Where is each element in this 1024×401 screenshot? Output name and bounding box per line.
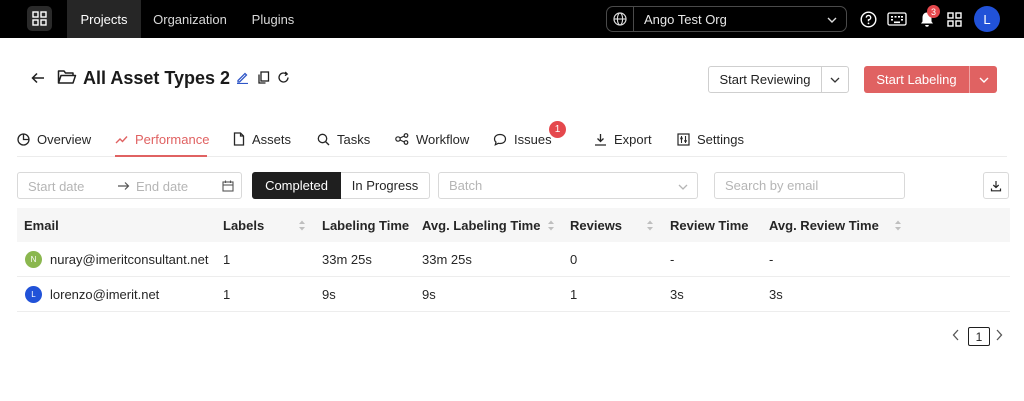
date-range-picker[interactable]: Start date End date — [17, 172, 242, 199]
cell-review-time: 3s — [670, 287, 684, 302]
cell-labeling-time: 33m 25s — [322, 252, 372, 267]
start-labeling-dropdown-button[interactable] — [969, 66, 997, 93]
tab-issues[interactable]: Issues — [493, 130, 552, 148]
start-reviewing-button[interactable]: Start Reviewing — [708, 66, 822, 93]
tab-tasks[interactable]: Tasks — [317, 130, 370, 148]
tab-label: Overview — [37, 131, 92, 147]
column-header-labeling-time[interactable]: Labeling Time — [322, 218, 409, 233]
calendar-icon — [222, 180, 234, 192]
tab-label: Tasks — [337, 131, 371, 147]
table-row: L lorenzo@imerit.net 1 9s 9s 1 3s 3s — [17, 277, 1010, 312]
cell-avg-review-time: 3s — [769, 287, 783, 302]
page-number-current[interactable]: 1 — [968, 327, 990, 346]
tab-label: Settings — [697, 131, 744, 147]
column-header-review-time[interactable]: Review Time — [670, 218, 749, 233]
sort-icon[interactable] — [894, 219, 902, 232]
organization-select[interactable]: Ango Test Org — [633, 6, 847, 32]
tab-settings[interactable]: Settings — [677, 130, 744, 148]
nav-tab-projects[interactable]: Projects — [67, 0, 141, 38]
copy-icon[interactable] — [257, 71, 270, 84]
comment-icon — [493, 133, 507, 146]
chevron-down-icon — [830, 77, 840, 83]
project-title: All Asset Types 2 — [83, 68, 231, 88]
cell-reviews: 1 — [570, 287, 578, 302]
start-date-placeholder[interactable]: Start date — [28, 179, 84, 194]
globe-icon — [606, 6, 633, 32]
email-search-input[interactable] — [714, 172, 905, 199]
cell-email: lorenzo@imerit.net — [50, 287, 160, 302]
column-header-labels[interactable]: Labels — [223, 218, 264, 233]
status-completed-button[interactable]: Completed — [252, 172, 341, 199]
next-page-icon[interactable] — [994, 328, 1004, 342]
batch-select[interactable]: Batch — [438, 172, 698, 199]
nav-tab-organization[interactable]: Organization — [141, 0, 239, 38]
sort-icon[interactable] — [298, 219, 306, 232]
column-header-avg-labeling-time[interactable]: Avg. Labeling Time — [422, 218, 540, 233]
sort-icon[interactable] — [547, 219, 555, 232]
tab-label: Export — [614, 131, 652, 147]
keyboard-icon[interactable] — [886, 9, 908, 29]
organization-name: Ango Test Org — [644, 11, 727, 27]
cell-avg-review-time: - — [769, 252, 774, 267]
previous-page-icon[interactable] — [951, 328, 961, 342]
tab-assets[interactable]: Assets — [233, 130, 291, 148]
app-logo-icon[interactable] — [27, 6, 52, 31]
chevron-down-icon — [826, 14, 838, 26]
active-tab-indicator — [115, 155, 207, 157]
sort-icon[interactable] — [646, 219, 654, 232]
help-icon[interactable] — [858, 9, 878, 29]
download-icon — [990, 180, 1002, 191]
line-chart-icon — [115, 133, 128, 146]
column-header-avg-review-time[interactable]: Avg. Review Time — [769, 218, 879, 233]
batch-placeholder: Batch — [449, 178, 483, 193]
cell-avg-labeling-time: 33m 25s — [422, 252, 472, 267]
tab-workflow[interactable]: Workflow — [395, 130, 469, 148]
cell-reviews: 0 — [570, 252, 578, 267]
tab-label: Performance — [135, 131, 210, 147]
status-in-progress-button[interactable]: In Progress — [341, 172, 430, 199]
arrow-right-icon — [118, 182, 130, 190]
nav-tab-plugins[interactable]: Plugins — [239, 0, 307, 38]
tab-overview[interactable]: Overview — [17, 130, 91, 148]
back-arrow-icon[interactable] — [30, 70, 46, 86]
cell-avg-labeling-time: 9s — [422, 287, 436, 302]
sliders-icon — [677, 132, 690, 146]
start-labeling-button[interactable]: Start Labeling — [864, 66, 969, 93]
end-date-placeholder[interactable]: End date — [136, 179, 188, 194]
cell-review-time: - — [670, 252, 675, 267]
cell-email: nuray@imeritconsultant.net — [50, 252, 209, 267]
pie-chart-icon — [17, 132, 30, 146]
column-header-reviews[interactable]: Reviews — [570, 218, 622, 233]
user-avatar[interactable]: L — [974, 6, 1000, 32]
top-navbar: Projects Organization Plugins Ango Test … — [0, 0, 1024, 38]
download-button[interactable] — [983, 172, 1009, 199]
user-avatar: L — [25, 286, 42, 303]
start-reviewing-dropdown-button[interactable] — [821, 66, 849, 93]
tab-export[interactable]: Export — [594, 130, 652, 148]
tab-label: Assets — [252, 131, 292, 147]
refresh-icon[interactable] — [277, 71, 290, 84]
cell-labeling-time: 9s — [322, 287, 336, 302]
tab-label: Issues — [514, 131, 552, 147]
apps-grid-icon[interactable] — [944, 9, 964, 29]
download-icon — [594, 133, 607, 146]
chevron-down-icon — [677, 181, 689, 193]
edit-icon[interactable] — [236, 71, 249, 84]
workflow-icon — [395, 133, 409, 145]
chevron-down-icon — [979, 77, 988, 83]
folder-open-icon — [57, 69, 77, 85]
tab-label: Workflow — [416, 131, 470, 147]
table-header: Email Labels Labeling Time Avg. Labeling… — [17, 208, 1010, 242]
cell-labels: 1 — [223, 287, 231, 302]
search-icon — [317, 133, 330, 146]
file-icon — [233, 132, 245, 146]
notification-count-badge: 3 — [927, 5, 940, 18]
cell-labels: 1 — [223, 252, 231, 267]
user-avatar: N — [25, 251, 42, 268]
issues-count-badge: 1 — [549, 121, 566, 138]
column-header-email[interactable]: Email — [24, 218, 59, 233]
tab-performance[interactable]: Performance — [115, 130, 209, 148]
table-row: N nuray@imeritconsultant.net 1 33m 25s 3… — [17, 242, 1010, 277]
